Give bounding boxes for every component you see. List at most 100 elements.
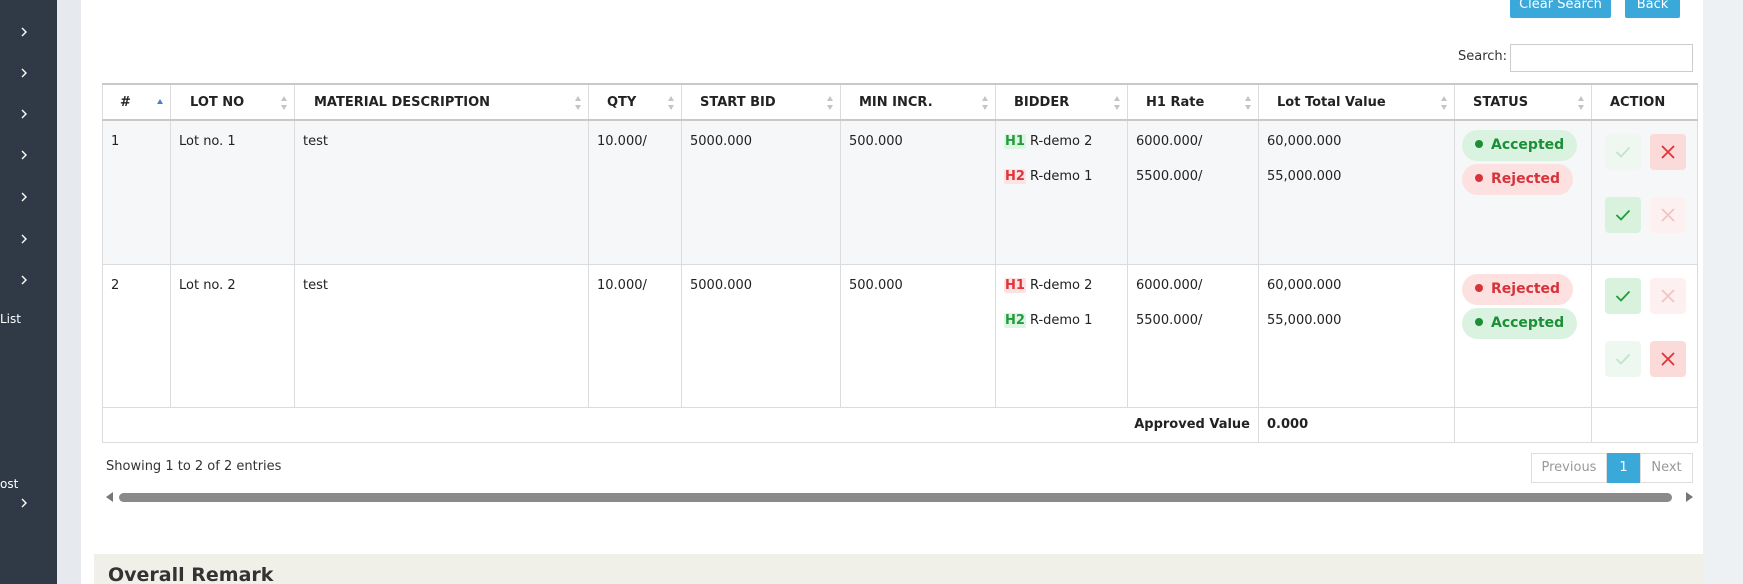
scroll-right-arrow-icon[interactable] [1686, 492, 1693, 502]
chevron-right-icon[interactable] [21, 234, 27, 244]
approved-value: 0.000 [1258, 406, 1455, 443]
rate-value: 5500.000/ [1136, 169, 1203, 184]
check-icon [1615, 209, 1631, 221]
overall-remark-title: Overall Remark [108, 564, 274, 584]
cell-status: Accepted Rejected [1454, 119, 1592, 265]
accept-button[interactable] [1605, 197, 1641, 233]
column-header-bidder[interactable]: BIDDER [995, 83, 1128, 121]
cell-min-incr: 500.000 [840, 119, 996, 265]
sidebar-item-list[interactable]: List [0, 312, 21, 326]
column-header-lot-no[interactable]: LOT NO [170, 83, 295, 121]
total-value: 55,000.000 [1267, 169, 1342, 184]
cell-start-bid: 5000.000 [681, 263, 841, 408]
rank-badge: H2 [1004, 169, 1026, 184]
back-button[interactable]: Back [1625, 0, 1680, 18]
lots-table: # LOT NO MATERIAL DESCRIPTION QTY START … [102, 83, 1698, 443]
cell-bidder: H1 R-demo 2 H2 R-demo 1 [995, 119, 1128, 265]
table-info: Showing 1 to 2 of 2 entries [106, 459, 282, 474]
status-badge-rejected: Rejected [1462, 164, 1574, 195]
right-margin [1703, 0, 1743, 584]
column-label: LOT NO [190, 94, 245, 110]
bidder-name: R-demo 1 [1029, 312, 1093, 328]
close-icon [1661, 208, 1675, 222]
sort-icon [1441, 96, 1448, 110]
chevron-right-icon[interactable] [21, 109, 27, 119]
accept-button[interactable] [1605, 340, 1641, 377]
table-row: 2 Lot no. 2 test 10.000/ 5000.000 500.00… [102, 263, 1698, 408]
horizontal-scrollbar[interactable] [119, 493, 1672, 502]
clear-search-button[interactable]: Clear Search [1510, 0, 1611, 18]
reject-button[interactable] [1650, 134, 1686, 170]
column-header-min-incr[interactable]: MIN INCR. [840, 83, 996, 121]
column-label: MIN INCR. [859, 94, 933, 110]
cell-action [1591, 119, 1698, 265]
cell-lot-no: Lot no. 1 [170, 119, 295, 265]
status-text: Accepted [1491, 314, 1565, 331]
column-header-qty[interactable]: QTY [588, 83, 682, 121]
cell-num: 2 [102, 263, 171, 408]
total-value: 60,000.000 [1267, 134, 1342, 149]
column-header-description[interactable]: MATERIAL DESCRIPTION [294, 83, 589, 121]
chevron-right-icon[interactable] [21, 150, 27, 160]
reject-button[interactable] [1650, 340, 1686, 377]
status-dot [1475, 174, 1483, 182]
status-text: Rejected [1491, 171, 1561, 187]
accept-button[interactable] [1605, 277, 1641, 314]
sort-icon [1578, 96, 1585, 110]
bidder-name: R-demo 2 [1029, 277, 1093, 293]
bidder-line: H1 R-demo 2 [1004, 134, 1119, 169]
reject-button[interactable] [1650, 197, 1686, 233]
status-text: Accepted [1491, 137, 1565, 153]
status-dot [1475, 283, 1483, 292]
chevron-right-icon[interactable] [21, 498, 27, 508]
rate-value: 6000.000/ [1136, 134, 1203, 149]
pagination-page-1[interactable]: 1 [1607, 453, 1640, 483]
chevron-right-icon[interactable] [21, 192, 27, 202]
column-header-lot-total[interactable]: Lot Total Value [1258, 83, 1455, 121]
status-badge-accepted: Accepted [1462, 307, 1578, 339]
pagination-previous[interactable]: Previous [1531, 453, 1607, 483]
status-dot [1475, 317, 1483, 326]
rank-badge: H1 [1004, 277, 1026, 293]
search-input[interactable] [1510, 44, 1693, 72]
bidder-name: R-demo 1 [1029, 169, 1093, 184]
table-footer-row: Approved Value 0.000 [102, 406, 1698, 443]
sort-icon [1245, 96, 1252, 110]
column-label: START BID [700, 94, 776, 110]
pagination-next[interactable]: Next [1640, 453, 1693, 483]
status-text: Rejected [1491, 280, 1561, 297]
chevron-right-icon[interactable] [21, 68, 27, 78]
sort-icon [827, 96, 834, 110]
sidebar-item-post[interactable]: ost [0, 477, 18, 491]
footer-empty-cell [1591, 406, 1698, 443]
chevron-right-icon[interactable] [21, 275, 27, 285]
column-header-h1-rate[interactable]: H1 Rate [1127, 83, 1259, 121]
check-icon [1615, 353, 1631, 365]
cell-min-incr: 500.000 [840, 263, 996, 408]
bidder-line: H1 R-demo 2 [1004, 277, 1119, 313]
total-value: 60,000.000 [1267, 277, 1342, 293]
scroll-left-arrow-icon[interactable] [106, 492, 113, 502]
column-header-num[interactable]: # [102, 83, 171, 121]
reject-button[interactable] [1650, 277, 1686, 314]
check-icon [1615, 146, 1631, 158]
status-badge-accepted: Accepted [1462, 130, 1578, 161]
rate-value: 5500.000/ [1136, 312, 1203, 328]
cell-rate: 6000.000/ 5500.000/ [1127, 263, 1259, 408]
overall-remark-section: Overall Remark [94, 554, 1704, 584]
sort-icon [982, 96, 989, 110]
column-label: BIDDER [1014, 94, 1070, 110]
sort-icon [1114, 96, 1121, 110]
column-label: QTY [607, 94, 637, 110]
accept-button[interactable] [1605, 134, 1641, 170]
cell-action [1591, 263, 1698, 408]
chevron-right-icon[interactable] [21, 27, 27, 37]
cell-description: test [294, 263, 589, 408]
column-label: H1 Rate [1146, 94, 1205, 110]
check-icon [1615, 290, 1631, 302]
sort-icon [668, 96, 675, 110]
column-header-status[interactable]: STATUS [1454, 83, 1592, 121]
total-value: 55,000.000 [1267, 312, 1342, 328]
column-header-start-bid[interactable]: START BID [681, 83, 841, 121]
rate-value: 6000.000/ [1136, 277, 1203, 293]
